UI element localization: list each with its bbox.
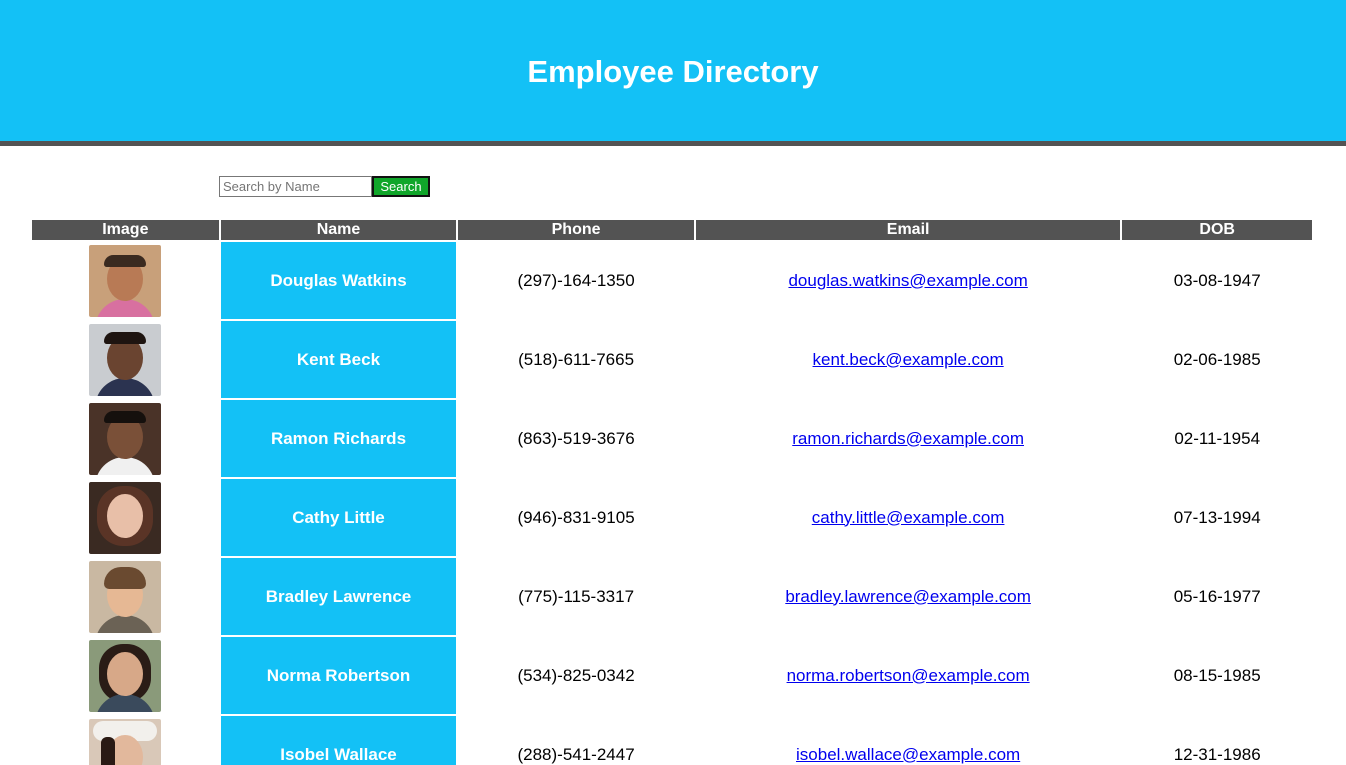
image-cell [32,479,219,556]
table-row: Kent Beck (518)-611-7665 kent.beck@examp… [32,321,1312,398]
employee-email-cell: kent.beck@example.com [696,321,1121,398]
employee-dob: 07-13-1994 [1173,507,1261,527]
employee-name: Douglas Watkins [220,242,457,319]
avatar [89,323,162,396]
avatar [89,639,162,712]
search-button[interactable]: Search [372,176,430,197]
employee-phone: (288)-541-2447 [517,744,635,764]
employee-table: Image Name Phone Email DOB Douglas Watki… [30,218,1314,765]
employee-phone: (518)-611-7665 [518,349,635,369]
employee-dob: 02-11-1954 [1174,428,1261,448]
table-body: Douglas Watkins (297)-164-1350 douglas.w… [32,242,1312,765]
employee-name: Isobel Wallace [220,716,457,765]
page-title: Employee Directory [527,53,819,89]
employee-phone: (863)-519-3676 [517,428,635,448]
employee-dob: 05-16-1977 [1173,586,1261,606]
avatar [89,718,162,765]
employee-dob: 12-31-1986 [1173,744,1261,764]
email-link[interactable]: douglas.watkins@example.com [788,271,1027,290]
email-link[interactable]: cathy.little@example.com [812,508,1005,527]
avatar [89,481,162,554]
employee-email-cell: ramon.richards@example.com [696,400,1121,477]
header-divider [0,141,1346,146]
employee-phone: (775)-115-3317 [518,586,635,606]
image-cell [32,242,219,319]
employee-email-cell: bradley.lawrence@example.com [696,558,1121,635]
email-link[interactable]: bradley.lawrence@example.com [785,587,1031,606]
column-header-email[interactable]: Email [695,220,1121,240]
avatar [89,402,162,475]
employee-dob: 02-06-1985 [1173,349,1261,369]
employee-email-cell: norma.robertson@example.com [696,637,1121,714]
table-row: Ramon Richards (863)-519-3676 ramon.rich… [32,400,1312,477]
employee-name: Bradley Lawrence [220,558,457,635]
search-bar: Search [219,176,430,197]
column-header-image[interactable]: Image [32,220,219,240]
email-link[interactable]: ramon.richards@example.com [792,429,1024,448]
employee-dob: 08-15-1985 [1173,665,1261,685]
employee-phone: (534)-825-0342 [517,665,635,685]
table-row: Isobel Wallace (288)-541-2447 isobel.wal… [32,716,1312,765]
page-header: Employee Directory [0,0,1346,141]
employee-name: Norma Robertson [220,637,457,714]
table-row: Norma Robertson (534)-825-0342 norma.rob… [32,637,1312,714]
image-cell [32,321,219,398]
image-cell [32,716,219,765]
image-cell [32,400,219,477]
search-input[interactable] [219,176,372,197]
employee-email-cell: douglas.watkins@example.com [696,242,1121,319]
email-link[interactable]: norma.robertson@example.com [787,666,1030,685]
avatar [89,560,162,633]
column-header-dob[interactable]: DOB [1122,220,1312,240]
employee-name: Ramon Richards [220,400,457,477]
employee-email-cell: cathy.little@example.com [696,479,1121,556]
email-link[interactable]: isobel.wallace@example.com [796,745,1020,764]
table-header-row: Image Name Phone Email DOB [32,220,1312,240]
column-header-name[interactable]: Name [220,220,457,240]
employee-email-cell: isobel.wallace@example.com [696,716,1121,765]
employee-name: Cathy Little [220,479,457,556]
employee-name: Kent Beck [220,321,457,398]
image-cell [32,558,219,635]
image-cell [32,637,219,714]
employee-dob: 03-08-1947 [1173,270,1261,290]
employee-phone: (946)-831-9105 [517,507,635,527]
avatar [89,244,162,317]
table-row: Bradley Lawrence (775)-115-3317 bradley.… [32,558,1312,635]
email-link[interactable]: kent.beck@example.com [813,350,1004,369]
table-row: Cathy Little (946)-831-9105 cathy.little… [32,479,1312,556]
column-header-phone[interactable]: Phone [458,220,694,240]
employee-phone: (297)-164-1350 [517,270,635,290]
table-row: Douglas Watkins (297)-164-1350 douglas.w… [32,242,1312,319]
